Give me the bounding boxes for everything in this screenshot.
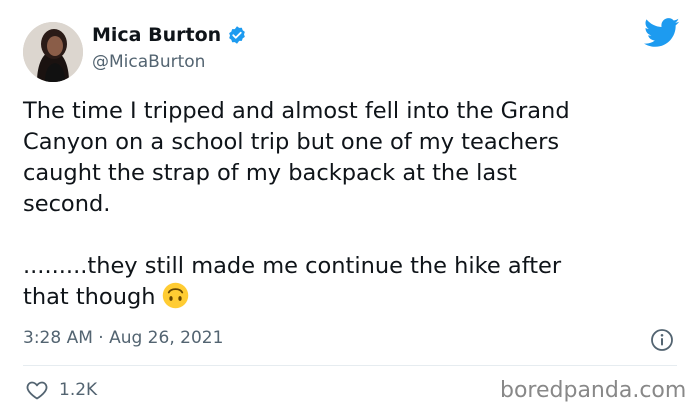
divider	[23, 365, 677, 366]
info-icon[interactable]	[650, 328, 674, 352]
like-count: 1.2K	[59, 380, 98, 400]
tweet-paragraph-text: .........they still made me continue the…	[23, 253, 562, 310]
name-row: Mica Burton	[92, 24, 247, 46]
display-name[interactable]: Mica Burton	[92, 24, 221, 46]
avatar[interactable]	[23, 22, 83, 82]
like-action[interactable]: 1.2K	[25, 378, 97, 402]
heart-icon[interactable]	[25, 378, 49, 402]
avatar-image	[23, 22, 83, 82]
twitter-bird-icon[interactable]	[644, 18, 680, 48]
watermark: boredpanda.com	[500, 378, 687, 403]
verified-badge-icon	[229, 26, 246, 44]
user-handle[interactable]: @MicaBurton	[92, 52, 205, 72]
tweet-paragraph: The time I tripped and almost fell into …	[23, 98, 570, 217]
upside-down-face-emoji-icon	[162, 282, 188, 309]
tweet-paragraph: .........they still made me continue the…	[23, 251, 673, 313]
tweet-card: Mica Burton @MicaBurton The time I tripp…	[0, 0, 700, 418]
tweet-text: The time I tripped and almost fell into …	[23, 96, 673, 313]
tweet-timestamp[interactable]: 3:28 AM · Aug 26, 2021	[23, 328, 223, 348]
